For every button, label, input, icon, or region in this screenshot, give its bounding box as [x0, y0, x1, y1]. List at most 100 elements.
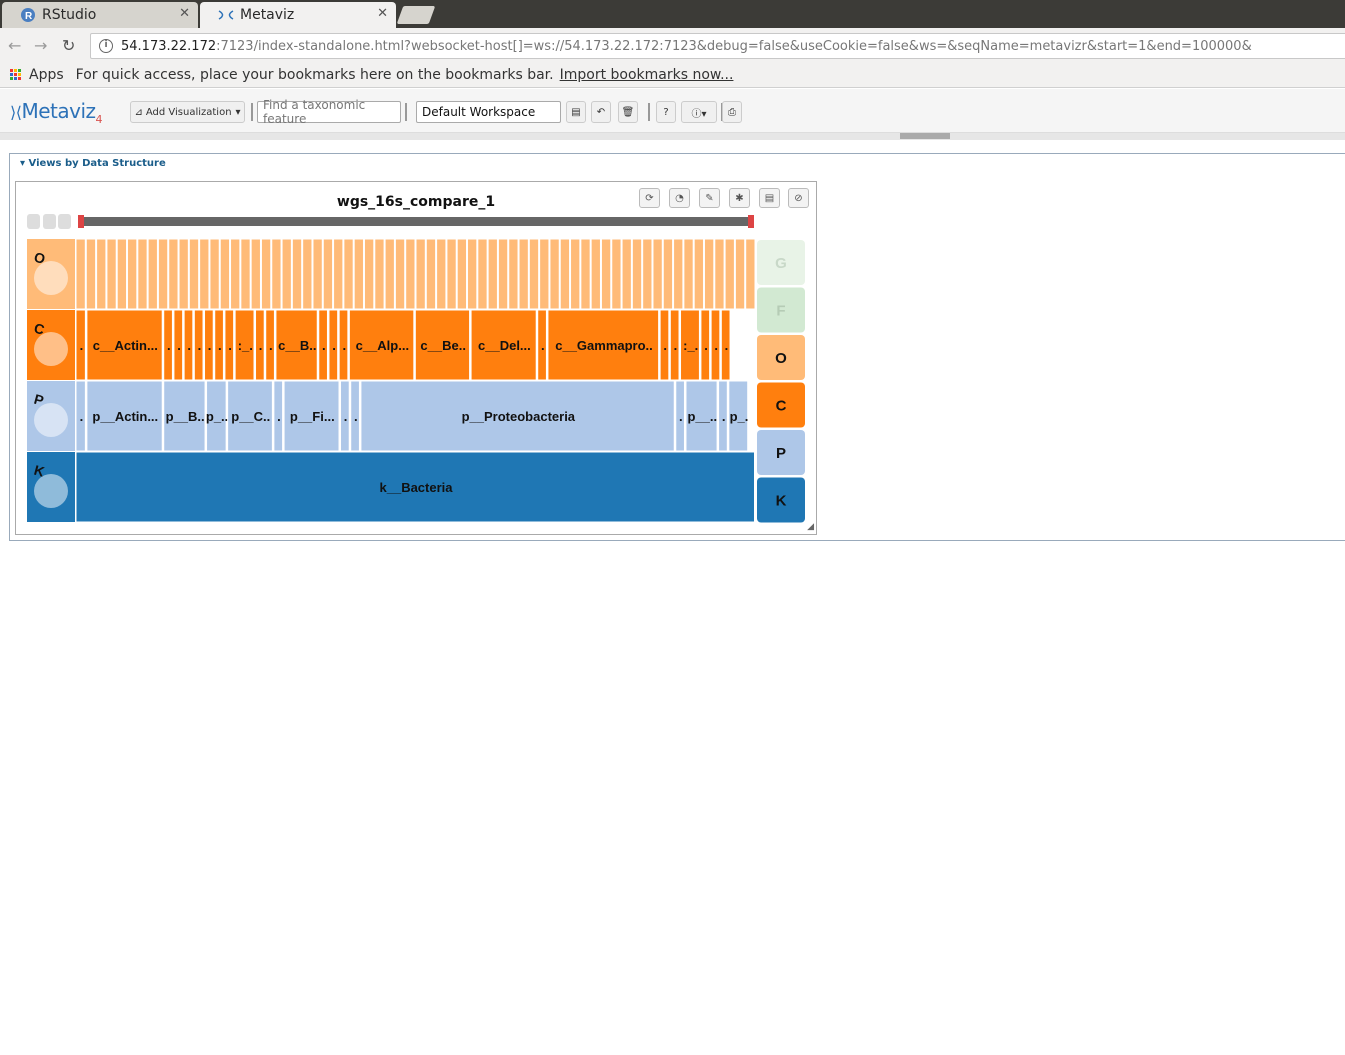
zoom-button-2[interactable] — [58, 214, 71, 229]
edit-icon[interactable]: ✎ — [699, 188, 720, 208]
color-palette-icon[interactable]: ◔ — [669, 188, 690, 208]
zoom-button-0[interactable] — [27, 214, 40, 229]
order-node[interactable] — [580, 238, 591, 310]
order-node[interactable] — [271, 238, 282, 310]
split-handle[interactable] — [900, 133, 950, 139]
apps-label[interactable]: Apps — [29, 67, 64, 83]
search-input[interactable]: Find a taxonomic feature — [257, 98, 401, 126]
order-node[interactable] — [600, 238, 612, 310]
order-node[interactable] — [291, 238, 303, 310]
order-node[interactable] — [405, 238, 416, 310]
panel-title[interactable]: ▾ Views by Data Structure — [20, 158, 166, 169]
close-icon[interactable]: ✕ — [179, 6, 190, 21]
row-toggle-circle[interactable] — [34, 474, 68, 508]
zoom-button-1[interactable] — [43, 214, 56, 229]
save-workspace-button[interactable]: ▤ — [566, 101, 586, 123]
order-node[interactable] — [209, 238, 220, 310]
order-node[interactable] — [281, 238, 292, 310]
workspace-input[interactable]: Default Workspace — [416, 101, 561, 123]
order-node[interactable] — [137, 238, 148, 310]
order-node[interactable] — [559, 238, 571, 310]
add-visualization-button[interactable]: ⊿ Add Visualization ▾ — [130, 101, 245, 123]
order-node[interactable] — [333, 238, 344, 310]
order-node[interactable] — [549, 238, 560, 310]
remove-icon[interactable]: ⊘ — [788, 188, 809, 208]
order-node[interactable] — [570, 238, 581, 310]
order-node[interactable] — [590, 238, 601, 310]
order-node[interactable] — [178, 238, 189, 310]
help-button[interactable]: ? — [656, 101, 676, 123]
print-button[interactable]: ⎙ — [722, 101, 742, 123]
order-node[interactable] — [673, 238, 684, 310]
info-icon[interactable]: i — [99, 39, 113, 53]
range-slider-left-handle[interactable] — [78, 215, 84, 228]
range-slider-right-handle[interactable] — [748, 215, 754, 228]
forward-arrow-icon[interactable]: → — [34, 36, 47, 55]
order-node[interactable] — [487, 238, 498, 310]
order-node[interactable] — [363, 238, 375, 310]
close-icon[interactable]: ✕ — [377, 6, 388, 21]
order-node[interactable] — [312, 238, 323, 310]
order-node[interactable] — [724, 238, 735, 310]
back-arrow-icon[interactable]: ← — [8, 36, 21, 55]
order-node[interactable] — [497, 238, 509, 310]
row-toggle-circle[interactable] — [34, 403, 68, 437]
order-node[interactable] — [477, 238, 488, 310]
order-node[interactable] — [260, 238, 272, 310]
order-node[interactable] — [539, 238, 550, 310]
order-node[interactable] — [353, 238, 364, 310]
order-node[interactable] — [611, 238, 622, 310]
order-node[interactable] — [302, 238, 313, 310]
order-node[interactable] — [394, 238, 406, 310]
order-node[interactable] — [518, 238, 529, 310]
order-node[interactable] — [714, 238, 725, 310]
order-node[interactable] — [199, 238, 210, 310]
row-toggle-circle[interactable] — [34, 332, 68, 366]
order-node[interactable] — [250, 238, 261, 310]
order-node[interactable] — [508, 238, 519, 310]
resize-handle-icon[interactable]: ◢ — [807, 522, 814, 532]
order-node[interactable] — [621, 238, 632, 310]
order-node[interactable] — [374, 238, 385, 310]
row-toggle-circle[interactable] — [34, 261, 68, 295]
order-node[interactable] — [147, 238, 158, 310]
order-node[interactable] — [693, 238, 704, 310]
new-tab-button[interactable] — [396, 6, 436, 24]
order-node[interactable] — [168, 238, 179, 310]
order-node[interactable] — [384, 238, 395, 310]
order-node[interactable] — [456, 238, 468, 310]
order-node[interactable] — [425, 238, 437, 310]
order-node[interactable] — [734, 238, 746, 310]
order-node[interactable] — [528, 238, 540, 310]
range-slider-track[interactable] — [78, 217, 753, 226]
order-node[interactable] — [703, 238, 715, 310]
address-bar[interactable]: i 54.173.22.172:7123/index-standalone.ht… — [90, 33, 1345, 59]
reload-icon[interactable]: ↻ — [62, 36, 75, 55]
order-node[interactable] — [343, 238, 354, 310]
order-node[interactable] — [631, 238, 643, 310]
order-node[interactable] — [85, 238, 97, 310]
order-node[interactable] — [75, 238, 86, 310]
apps-grid-icon[interactable] — [10, 69, 21, 80]
order-node[interactable] — [467, 238, 478, 310]
order-node[interactable] — [642, 238, 653, 310]
order-node[interactable] — [188, 238, 200, 310]
order-node[interactable] — [240, 238, 251, 310]
order-node[interactable] — [230, 238, 241, 310]
tab-metaviz[interactable]: Metaviz ✕ — [200, 2, 396, 28]
delete-workspace-button[interactable]: 🗑 — [618, 101, 638, 123]
settings-icon[interactable]: ✱ — [729, 188, 750, 208]
order-node[interactable] — [662, 238, 674, 310]
order-node[interactable] — [116, 238, 128, 310]
import-bookmarks-link[interactable]: Import bookmarks now... — [560, 67, 734, 83]
sync-icon[interactable]: ⟳ — [639, 188, 660, 208]
order-node[interactable] — [415, 238, 426, 310]
order-node[interactable] — [446, 238, 457, 310]
order-node[interactable] — [436, 238, 447, 310]
save-icon[interactable]: ▤ — [759, 188, 780, 208]
order-node[interactable] — [219, 238, 231, 310]
order-node[interactable] — [96, 238, 107, 310]
revert-workspace-button[interactable]: ↶ — [591, 101, 611, 123]
order-node[interactable] — [652, 238, 663, 310]
order-node[interactable] — [157, 238, 169, 310]
